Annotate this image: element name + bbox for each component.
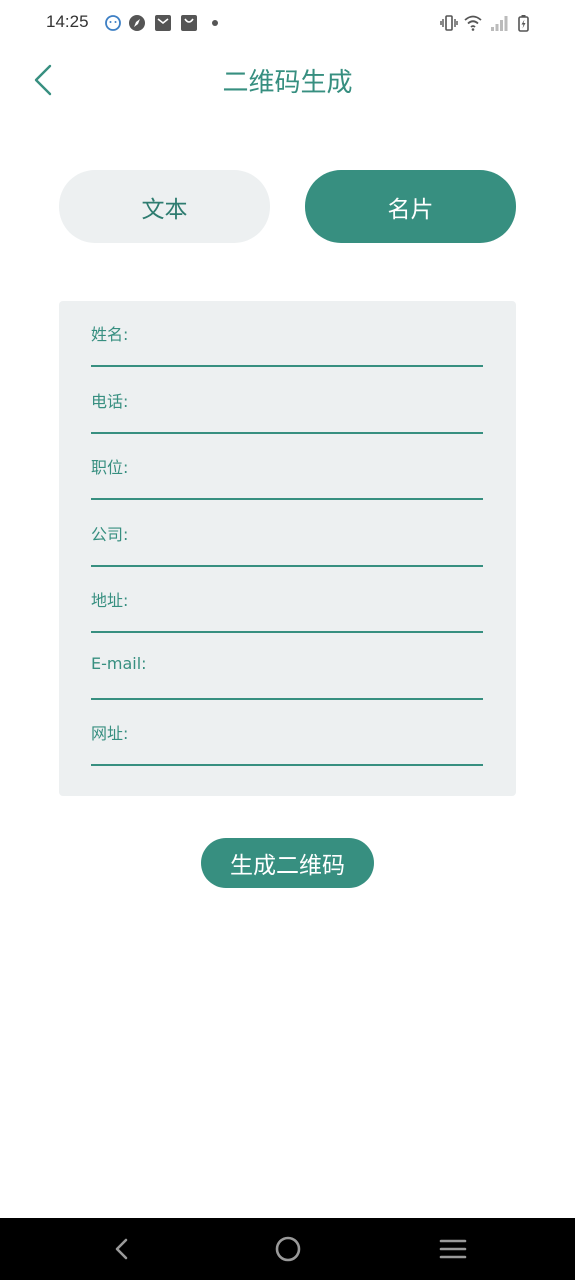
tab-business-card-label: 名片 [387,196,434,223]
field-email: E-mail: [91,634,483,700]
generate-qr-button-label: 生成二维码 [230,853,345,879]
battery-charging-icon [518,15,529,32]
phone-input[interactable] [91,394,483,434]
field-website: 网址: [91,700,483,766]
nav-back-button[interactable] [104,1231,140,1267]
website-input[interactable] [91,726,483,766]
nav-home-icon [275,1236,301,1262]
position-input[interactable] [91,460,483,500]
vibrate-icon [440,15,458,31]
name-input[interactable] [91,327,483,367]
generate-qr-button[interactable]: 生成二维码 [201,838,374,888]
field-company: 公司: [91,501,483,567]
address-input[interactable] [91,593,483,633]
company-input[interactable] [91,527,483,567]
tab-text-label: 文本 [141,196,188,223]
app-header: 二维码生成 [0,52,575,108]
dot-icon [212,20,218,26]
tab-business-card[interactable]: 名片 [305,170,516,243]
bag-icon [181,15,197,31]
field-position: 职位: [91,434,483,500]
nav-menu-icon [439,1239,467,1259]
tab-text[interactable]: 文本 [59,170,270,243]
status-bar: 14:25 [0,0,575,48]
business-card-form: 姓名: 电话: 职位: 公司: 地址: E-mail: 网址: [59,301,516,796]
mail-icon [155,15,171,31]
status-time: 14:25 [46,12,89,31]
compass-icon [129,15,145,31]
nav-home-button[interactable] [270,1231,306,1267]
field-name: 姓名: [91,301,483,367]
nav-back-icon [115,1238,128,1260]
nav-menu-button[interactable] [435,1231,471,1267]
smiley-badge-icon [105,15,121,31]
field-phone: 电话: [91,368,483,434]
page-title: 二维码生成 [222,68,353,98]
wifi-icon [464,15,482,31]
signal-icon [491,16,508,31]
field-address: 地址: [91,567,483,633]
system-nav-bar [0,1218,575,1280]
qr-generator-screen: 14:25 二维码生成 文本 名片 姓名: 电话: 职位: 公司: 地址: E-… [0,0,575,1280]
email-input[interactable] [91,660,483,700]
